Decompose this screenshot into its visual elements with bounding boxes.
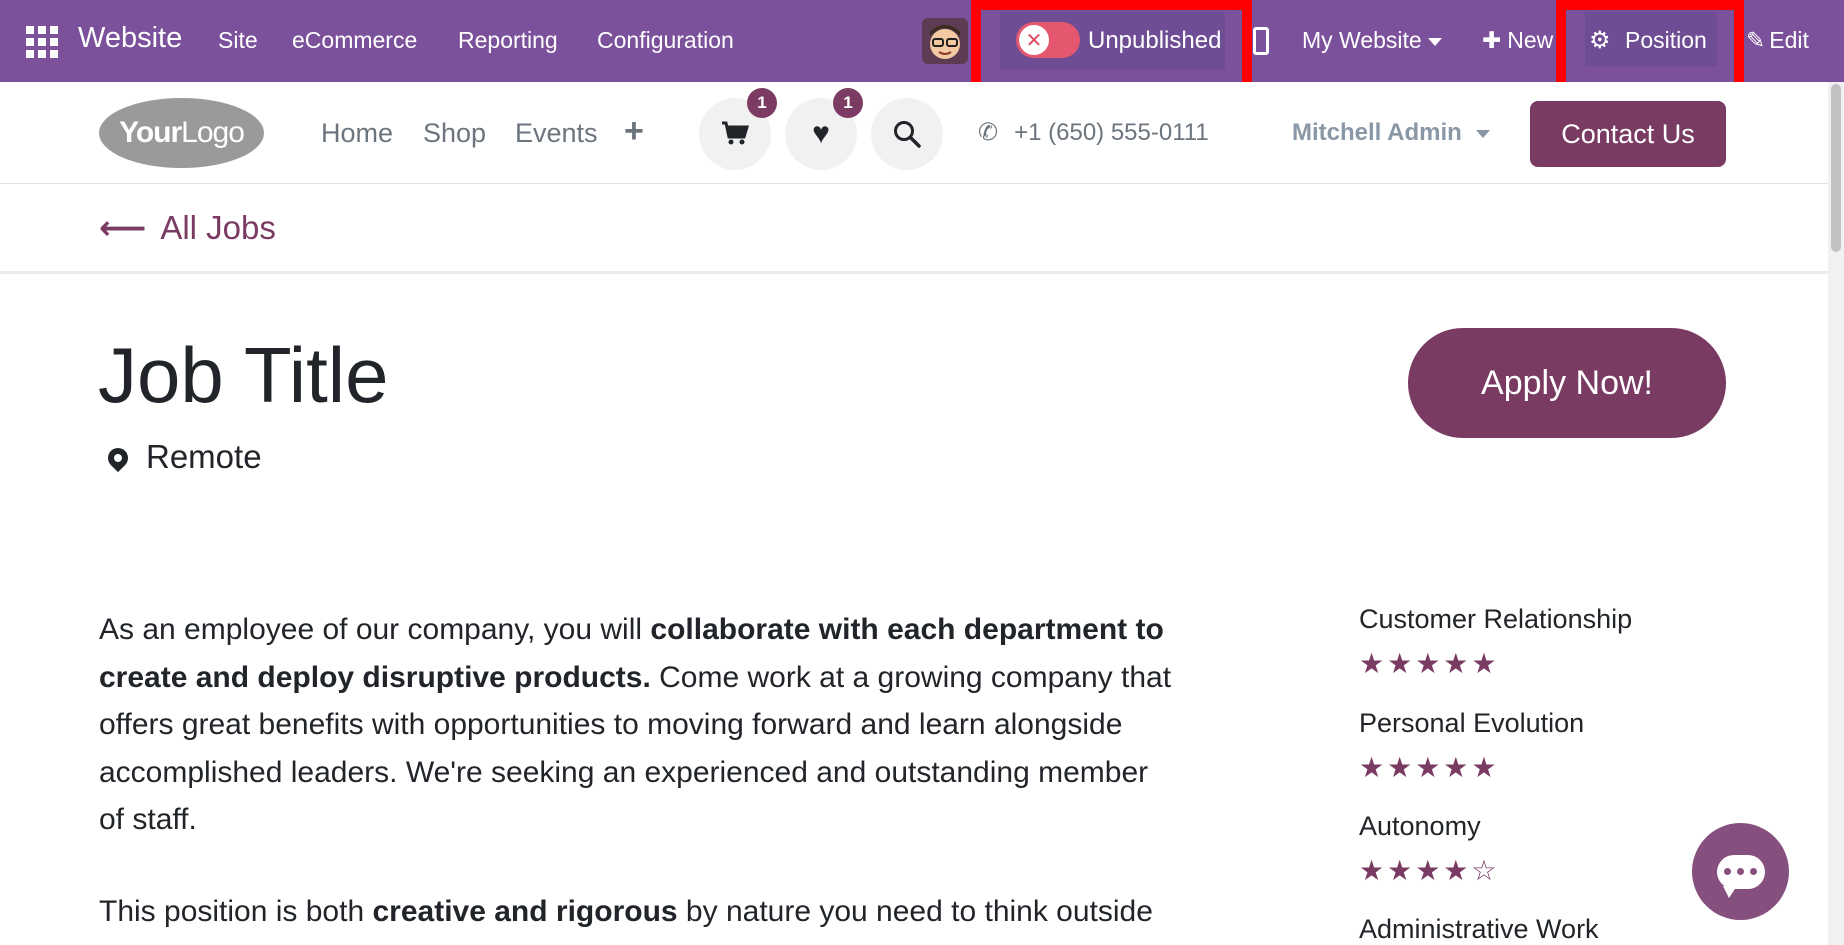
new-content-button[interactable]: ✚ New [1482, 27, 1553, 54]
rating-name: Administrative Work [1359, 914, 1599, 944]
job-description-paragraph-1: As an employee of our company, you will … [99, 606, 1179, 844]
contact-us-button[interactable]: Contact Us [1530, 101, 1726, 167]
user-menu[interactable]: Mitchell Admin [1292, 119, 1490, 147]
apply-now-button[interactable]: Apply Now! [1408, 328, 1726, 438]
rating-item: Autonomy ★★★★☆ [1359, 811, 1500, 887]
apps-grid-icon[interactable] [26, 26, 58, 58]
site-logo[interactable]: Your Logo [99, 98, 264, 168]
menu-configuration[interactable]: Configuration [597, 27, 734, 54]
wishlist-count-badge: 1 [833, 88, 863, 118]
phone-contact[interactable]: ✆ +1 (650) 555-0111 [978, 118, 1209, 147]
desc-bold-text: creative and rigorous [372, 895, 678, 928]
website-switcher[interactable]: My Website [1302, 27, 1442, 54]
phone-icon: ✆ [978, 119, 999, 146]
search-icon [894, 121, 921, 148]
job-description-paragraph-2: This position is both creative and rigor… [99, 888, 1199, 935]
rating-item: Customer Relationship ★★★★★ [1359, 604, 1632, 680]
edit-label: Edit [1769, 27, 1809, 53]
user-name: Mitchell Admin [1292, 119, 1462, 146]
chevron-down-icon [1427, 37, 1442, 46]
heart-icon: ♥ [812, 117, 830, 150]
rating-item: Personal Evolution ★★★★★ [1359, 708, 1584, 784]
rating-name: Autonomy [1359, 811, 1481, 841]
job-location: Remote [103, 438, 262, 476]
desc-text: by nature you need to think outside [677, 895, 1153, 928]
page-scrollbar[interactable] [1828, 82, 1844, 945]
edit-button[interactable]: ✎ Edit [1746, 27, 1809, 54]
all-jobs-label: All Jobs [160, 209, 276, 246]
live-chat-button[interactable] [1692, 823, 1789, 920]
scrollbar-thumb[interactable] [1831, 84, 1841, 252]
star-rating-icon: ★★★★☆ [1359, 855, 1500, 886]
breadcrumb: ⟵ All Jobs [0, 184, 1828, 274]
phone-number: +1 (650) 555-0111 [1014, 119, 1209, 146]
user-avatar-icon[interactable] [922, 18, 968, 64]
chat-bubble-icon [1716, 854, 1765, 898]
arrow-left-icon: ⟵ [99, 209, 147, 246]
mobile-preview-icon[interactable] [1253, 27, 1269, 55]
website-switcher-label: My Website [1302, 27, 1422, 53]
desc-text: This position is both [99, 895, 373, 928]
highlight-box-position [1556, 0, 1744, 93]
new-label: New [1507, 27, 1554, 53]
nav-home[interactable]: Home [321, 118, 393, 149]
site-header: Your Logo Home Shop Events + 1 ♥ 1 ✆ +1 (6… [0, 82, 1828, 184]
menu-site[interactable]: Site [218, 27, 258, 54]
search-button[interactable] [871, 98, 943, 170]
rating-item: Administrative Work [1359, 914, 1599, 945]
job-title: Job Title [98, 331, 389, 419]
pencil-icon: ✎ [1746, 27, 1766, 53]
logo-light-text: Logo [181, 116, 245, 149]
star-rating-icon: ★★★★★ [1359, 752, 1500, 783]
map-pin-icon [103, 443, 133, 473]
nav-shop[interactable]: Shop [423, 118, 486, 149]
app-brand[interactable]: Website [78, 22, 182, 55]
plus-icon: ✚ [1482, 27, 1502, 53]
rating-name: Customer Relationship [1359, 604, 1633, 634]
add-menu-plus-icon[interactable]: + [624, 112, 644, 151]
cart-count-badge: 1 [747, 88, 777, 118]
all-jobs-link[interactable]: ⟵ All Jobs [99, 208, 276, 247]
job-location-label: Remote [146, 438, 262, 475]
star-rating-icon: ★★★★★ [1359, 648, 1500, 679]
menu-reporting[interactable]: Reporting [458, 27, 558, 54]
chevron-down-icon [1475, 129, 1490, 138]
logo-bold-text: Your [119, 116, 182, 149]
desc-text: As an employee of our company, you will [99, 613, 651, 646]
cart-icon [722, 121, 749, 145]
nav-events[interactable]: Events [515, 118, 598, 149]
menu-ecommerce[interactable]: eCommerce [292, 27, 417, 54]
rating-name: Personal Evolution [1359, 708, 1585, 738]
